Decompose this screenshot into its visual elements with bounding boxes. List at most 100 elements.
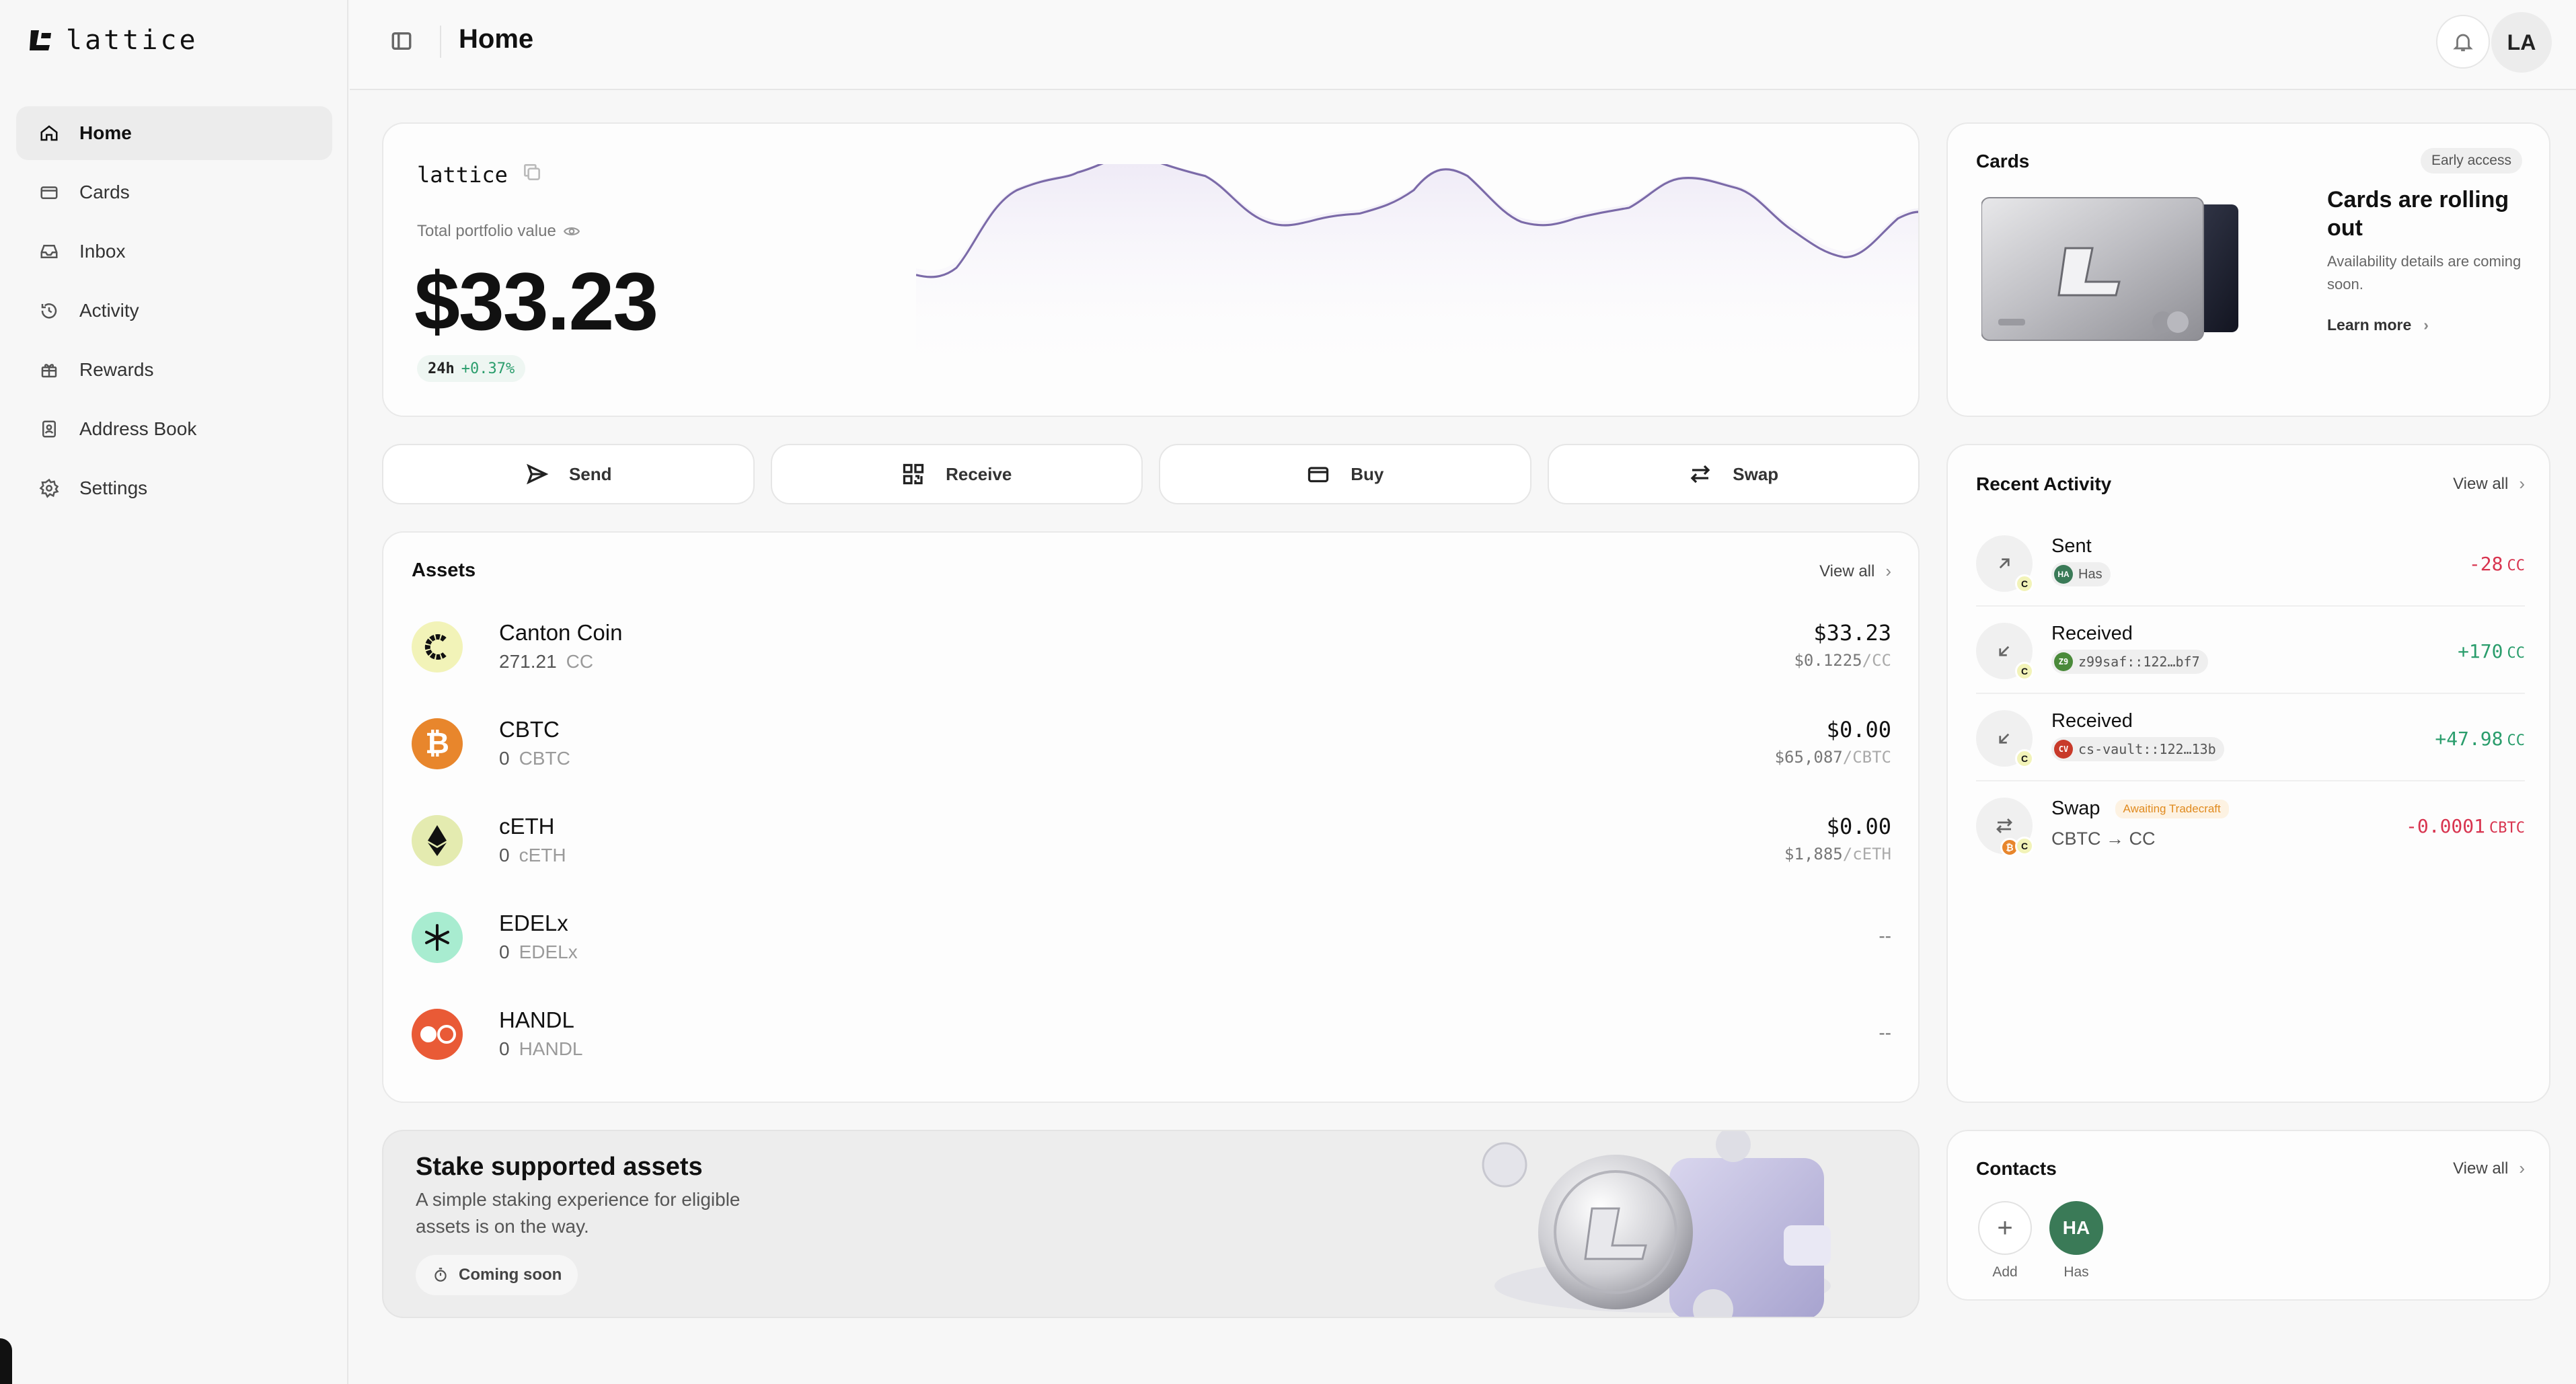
eye-icon[interactable] <box>563 223 580 240</box>
asset-name: EDELx <box>499 911 568 935</box>
asset-quantity: 271.21 CC <box>499 651 594 672</box>
send-button[interactable]: Send <box>382 444 755 504</box>
assets-title: Assets <box>412 560 476 581</box>
wallet-name: lattice <box>417 162 508 188</box>
sidebar-item-label: Address Book <box>79 418 197 439</box>
sidebar-item-label: Activity <box>79 300 139 321</box>
cards-promo-card: Cards Early access Cards are rolling out… <box>1946 122 2550 417</box>
sidebar-item-activity[interactable]: Activity <box>16 284 332 338</box>
cards-description: Availability details are coming soon. <box>2327 253 2522 293</box>
view-all-label: View all <box>2453 1159 2509 1178</box>
notifications-button[interactable] <box>2436 15 2490 69</box>
assets-view-all-link[interactable]: View all › <box>1819 561 1891 582</box>
early-access-badge: Early access <box>2420 148 2522 174</box>
add-contact-button[interactable]: + Add <box>1975 1201 2035 1280</box>
activity-view-all-link[interactable]: View all › <box>2453 473 2525 494</box>
asset-price: $1,885/cETH <box>1784 845 1891 863</box>
swap-route: CBTC → CC <box>2051 829 2156 849</box>
assets-card: Assets View all › Canton Coin 271.21 CC $… <box>382 531 1920 1103</box>
asset-name: cETH <box>499 814 555 839</box>
sidebar-item-label: Cards <box>79 182 130 202</box>
contacts-view-all-link[interactable]: View all › <box>2453 1158 2525 1179</box>
canton-coin-icon <box>412 621 463 672</box>
arrow-down-left-icon: C <box>1976 710 2034 768</box>
asset-price: $0.1225/CC <box>1794 651 1891 670</box>
bitcoin-icon: ₿ <box>412 718 463 769</box>
asset-value: $0.00 <box>1826 814 1891 839</box>
asset-row-ceth[interactable]: cETH 0 cETH $0.00 $1,885/cETH <box>412 800 1891 881</box>
sidebar-item-home[interactable]: Home <box>16 106 332 160</box>
contact-has[interactable]: HA Has <box>2046 1201 2107 1280</box>
handl-icon <box>412 1009 463 1060</box>
activity-amount: -28 CC <box>2468 553 2525 575</box>
activity-type: Sent <box>2051 535 2092 557</box>
home-icon <box>40 125 58 141</box>
stopwatch-icon <box>434 1268 447 1282</box>
receive-label: Receive <box>946 463 1012 484</box>
brand-name: lattice <box>66 25 198 56</box>
activity-title: Recent Activity <box>1976 473 2112 494</box>
contacts-card: Contacts View all › + Add HA Has <box>1946 1130 2550 1301</box>
staking-coin-illustration <box>1482 1131 1831 1317</box>
change-period: 24h <box>428 360 455 377</box>
sidebar-item-address-book[interactable]: Address Book <box>16 402 332 456</box>
sidebar-item-inbox[interactable]: Inbox <box>16 225 332 278</box>
asset-value: $33.23 <box>1813 620 1891 646</box>
activity-row-swap[interactable]: ₿ C Swap Awaiting Tradecraft CBTC → CC -… <box>1976 781 2525 869</box>
canton-coin-mini-icon: C <box>2015 574 2034 593</box>
logo[interactable]: lattice <box>27 24 198 56</box>
status-badge: Awaiting Tradecraft <box>2115 799 2229 818</box>
learn-more-label: Learn more <box>2327 316 2412 334</box>
asset-row-canton-coin[interactable]: Canton Coin 271.21 CC $33.23 $0.1225/CC <box>412 607 1891 687</box>
credit-card-icon <box>1308 467 1329 483</box>
portfolio-card: lattice Total portfolio value $33.23 24h… <box>382 122 1920 417</box>
sidebar-item-settings[interactable]: Settings <box>16 461 332 515</box>
canton-coin-mini-icon: C <box>2015 749 2034 768</box>
asset-value: $0.00 <box>1826 717 1891 742</box>
wallet-name-row: lattice <box>417 161 543 188</box>
sidebar-item-label: Home <box>79 122 132 143</box>
buy-button[interactable]: Buy <box>1159 444 1531 504</box>
portfolio-sparkline <box>916 164 1918 391</box>
header-divider <box>440 26 441 58</box>
contact-label: Add <box>1992 1264 2018 1280</box>
asset-quantity: 0 EDELx <box>499 941 578 962</box>
ethereum-icon <box>412 815 463 866</box>
asset-row-cbtc[interactable]: ₿ CBTC 0 CBTC $0.00 $65,087/CBTC <box>412 703 1891 784</box>
copy-button[interactable] <box>521 161 543 188</box>
asset-row-edelx[interactable]: EDELx 0 EDELx -- <box>412 897 1891 978</box>
activity-row-received[interactable]: C Received CV cs-vault::122…13b +47.98 CC <box>1976 694 2525 781</box>
sidebar-item-label: Rewards <box>79 359 154 380</box>
contact-label: Has <box>2063 1264 2089 1280</box>
buy-label: Buy <box>1351 463 1384 484</box>
action-bar: Send Receive Buy Swap <box>382 444 1920 504</box>
activity-row-received[interactable]: C Received Z9 z99saf::122…bf7 +170 CC <box>1976 607 2525 694</box>
page-title: Home <box>459 24 534 54</box>
asset-row-handl[interactable]: HANDL 0 HANDL -- <box>412 994 1891 1075</box>
asset-quantity: 0 cETH <box>499 845 566 866</box>
stake-subtitle: A simple staking experience for eligible… <box>416 1189 741 1237</box>
sidebar-item-label: Inbox <box>79 241 126 262</box>
swap-button[interactable]: Swap <box>1547 444 1920 504</box>
window-corner <box>0 1338 12 1384</box>
change-badge: 24h +0.37% <box>417 355 526 382</box>
card-icon <box>40 186 58 199</box>
sidebar-nav: Home Cards Inbox Activity Rewards Addres… <box>16 106 332 521</box>
view-all-label: View all <box>1819 562 1875 580</box>
sidebar-panel-icon <box>391 32 412 50</box>
top-header: Home LA <box>350 0 2576 90</box>
asset-name: Canton Coin <box>499 620 623 645</box>
sidebar-item-cards[interactable]: Cards <box>16 165 332 219</box>
receive-button[interactable]: Receive <box>770 444 1143 504</box>
sidebar-toggle-button[interactable] <box>390 30 417 56</box>
sidebar-item-rewards[interactable]: Rewards <box>16 343 332 397</box>
swap-label: Swap <box>1733 463 1779 484</box>
contacts-title: Contacts <box>1976 1158 2057 1179</box>
learn-more-link[interactable]: Learn more › <box>2327 316 2429 334</box>
activity-row-sent[interactable]: C Sent HA Has -28 CC <box>1976 519 2525 607</box>
activity-amount: +170 CC <box>2458 640 2525 662</box>
qr-code-icon <box>903 463 924 485</box>
activity-amount: -0.0001 CBTC <box>2406 815 2525 837</box>
view-all-label: View all <box>2453 474 2509 493</box>
user-avatar[interactable]: LA <box>2491 12 2552 73</box>
